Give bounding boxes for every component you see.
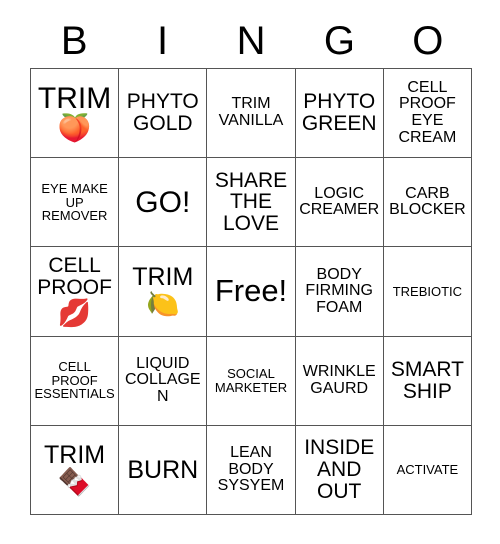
- bingo-cell[interactable]: CELL PROOF 💋: [31, 247, 120, 337]
- bingo-cell[interactable]: TRIM 🍫: [31, 425, 120, 515]
- bingo-cell[interactable]: SMART SHIP: [383, 336, 472, 426]
- bingo-cell-label: EYE MAKE UP REMOVER: [41, 181, 108, 224]
- bingo-cell-label: TREBIOTIC: [392, 283, 463, 299]
- lemon-emoji: 🍋: [145, 288, 180, 320]
- bingo-cell-label: WRINKLE GAURD: [302, 363, 376, 397]
- bingo-cell-label: CELL PROOF ESSENTIALS: [34, 359, 115, 402]
- bingo-header-letter-n: N: [236, 19, 266, 63]
- bingo-cell[interactable]: BODY FIRMING FOAM: [295, 247, 384, 337]
- bingo-header-letter-g: G: [323, 19, 355, 63]
- bingo-cell[interactable]: ACTIVATE: [383, 425, 472, 515]
- chocolate-bar-emoji: 🍫: [57, 467, 92, 499]
- bingo-cell-label: PHYTO GREEN: [301, 90, 377, 136]
- bingo-cell-label: SOCIAL MARKETER: [214, 366, 288, 395]
- bingo-cell-label: LEAN BODY SYSYEM: [217, 443, 285, 495]
- bingo-cell-label: SMART SHIP: [390, 357, 464, 403]
- bingo-cell[interactable]: TRIM 🍑: [31, 69, 120, 159]
- bingo-cell-label: TRIM: [132, 262, 194, 291]
- bingo-cell[interactable]: SHARE THE LOVE: [207, 158, 296, 248]
- bingo-cell[interactable]: BURN: [119, 425, 208, 515]
- bingo-card: B I N G O TRIM 🍑 PHYTO GOLD TRIM VANILLA PHY…: [0, 0, 500, 544]
- kiss-lips-emoji: 💋: [57, 297, 92, 329]
- bingo-cell[interactable]: PHYTO GREEN: [295, 69, 384, 159]
- bingo-cell-label: TRIM: [37, 81, 112, 115]
- bingo-cell[interactable]: CELL PROOF EYE CREAM: [383, 69, 472, 159]
- bingo-cell-label: CARB BLOCKER: [389, 184, 466, 219]
- bingo-cell[interactable]: EYE MAKE UP REMOVER: [31, 158, 120, 248]
- bingo-cell[interactable]: PHYTO GOLD: [119, 69, 208, 159]
- peach-emoji: 🍑: [57, 113, 92, 145]
- bingo-cell-label: ACTIVATE: [396, 462, 459, 478]
- bingo-cell-label: BODY FIRMING FOAM: [305, 265, 373, 316]
- bingo-cell-label: GO!: [135, 185, 191, 219]
- bingo-cell[interactable]: TREBIOTIC: [383, 247, 472, 337]
- bingo-cell[interactable]: CARB BLOCKER: [383, 158, 472, 248]
- bingo-cell[interactable]: CELL PROOF ESSENTIALS: [31, 336, 120, 426]
- bingo-cell-label: Free!: [214, 273, 288, 309]
- bingo-cell-label: BURN: [127, 455, 199, 484]
- bingo-grid: TRIM 🍑 PHYTO GOLD TRIM VANILLA PHYTO GREEN CE…: [30, 68, 472, 515]
- bingo-cell-label: PHYTO GOLD: [126, 90, 199, 136]
- bingo-cell[interactable]: LOGIC CREAMER: [295, 158, 384, 248]
- bingo-cell-label: CELL PROOF: [37, 253, 112, 299]
- bingo-cell-label: TRIM VANILLA: [218, 95, 284, 130]
- bingo-cell[interactable]: TRIM VANILLA: [207, 69, 296, 159]
- bingo-cell-label: TRIM: [44, 441, 106, 470]
- bingo-cell[interactable]: LIQUID COLLAGEN: [119, 336, 208, 426]
- bingo-cell-label: SHARE THE LOVE: [214, 168, 288, 236]
- bingo-header-letter-i: I: [157, 19, 169, 63]
- bingo-cell-label: INSIDE AND OUT: [304, 436, 375, 503]
- bingo-cell-label: LOGIC CREAMER: [299, 184, 380, 219]
- bingo-free-space-cell[interactable]: Free!: [207, 247, 296, 337]
- bingo-cell[interactable]: LEAN BODY SYSYEM: [207, 425, 296, 515]
- bingo-cell[interactable]: INSIDE AND OUT: [295, 425, 384, 515]
- bingo-header-letter-o: O: [412, 19, 444, 63]
- bingo-cell[interactable]: WRINKLE GAURD: [295, 336, 384, 426]
- bingo-cell-label: CELL PROOF EYE CREAM: [398, 78, 457, 146]
- bingo-cell[interactable]: SOCIAL MARKETER: [207, 336, 296, 426]
- bingo-header-row: B I N G O: [30, 14, 472, 68]
- bingo-cell[interactable]: TRIM 🍋: [119, 247, 208, 337]
- bingo-header-letter-b: B: [60, 19, 88, 63]
- bingo-cell-label: LIQUID COLLAGEN: [124, 354, 201, 405]
- bingo-cell[interactable]: GO!: [119, 158, 208, 248]
